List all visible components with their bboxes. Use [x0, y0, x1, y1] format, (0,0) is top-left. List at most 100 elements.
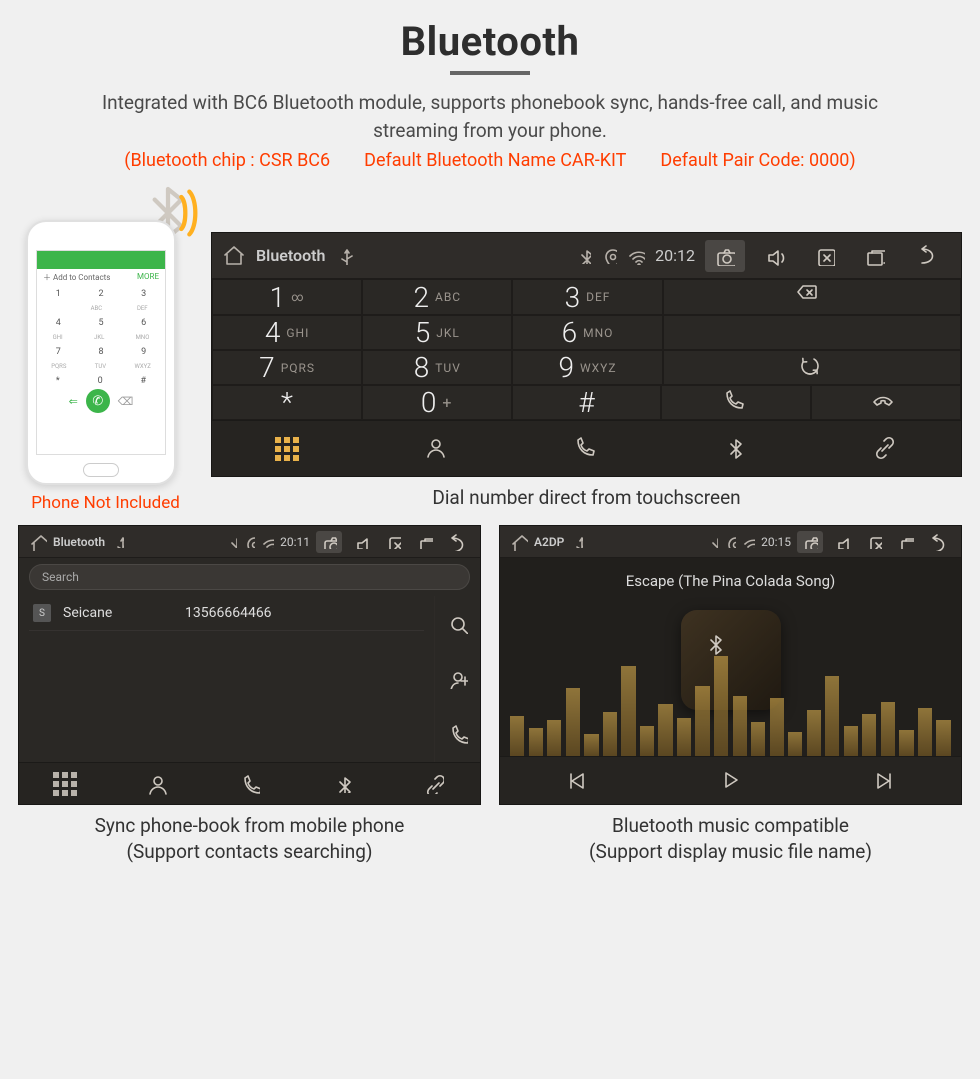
key-4[interactable]: 4GHI	[212, 315, 362, 350]
wifi-icon	[261, 535, 274, 548]
bluetooth-icon	[575, 248, 591, 264]
search-button[interactable]	[435, 596, 480, 651]
add-contact-button[interactable]	[435, 651, 480, 706]
call-button[interactable]	[661, 385, 811, 420]
key-6[interactable]: 6MNO	[512, 315, 662, 350]
phone-not-included-note: Phone Not Included	[18, 493, 193, 513]
wifi-icon	[742, 535, 755, 548]
page-description: Integrated with BC6 Bluetooth module, su…	[60, 89, 920, 144]
play-icon	[718, 768, 744, 794]
statusbar-title: Bluetooth	[53, 535, 105, 549]
screenshot-button[interactable]	[705, 240, 745, 272]
spec-chip: (Bluetooth chip : CSR BC6	[124, 150, 330, 171]
tab-dialpad[interactable]	[19, 763, 111, 804]
search-icon	[448, 614, 468, 634]
key-0[interactable]: 0+	[362, 385, 512, 420]
tab-contacts[interactable]	[362, 421, 512, 476]
blank-key	[663, 315, 961, 350]
volume-button[interactable]	[348, 531, 374, 553]
dialpad-icon	[275, 437, 299, 461]
key-9[interactable]: 9WXYZ	[512, 350, 662, 385]
link-icon	[873, 436, 899, 462]
swap-key[interactable]	[663, 350, 961, 385]
tab-call-log[interactable]	[512, 421, 662, 476]
key-star[interactable]: *	[212, 385, 362, 420]
screenshot-button[interactable]	[316, 531, 342, 553]
tab-bluetooth[interactable]	[661, 421, 811, 476]
title-underline	[450, 71, 530, 75]
key-8[interactable]: 8TUV	[362, 350, 512, 385]
bluetooth-icon	[706, 536, 718, 548]
dialpad-icon	[53, 772, 77, 796]
add-contact-icon	[448, 669, 468, 689]
person-icon	[424, 436, 450, 462]
bluetooth-icon	[724, 437, 748, 461]
multitask-button[interactable]	[855, 240, 895, 272]
contact-list[interactable]: S Seicane 13566664466	[19, 596, 434, 762]
volume-button[interactable]	[829, 531, 855, 553]
usb-icon	[111, 535, 124, 548]
next-track-button[interactable]	[807, 757, 961, 804]
home-icon[interactable]	[222, 244, 246, 268]
contact-name: Seicane	[63, 605, 173, 621]
contact-number: 13566664466	[185, 605, 272, 621]
tab-contacts[interactable]	[111, 763, 203, 804]
wifi-icon	[627, 247, 645, 265]
dialer-caption: Dial number direct from touchscreen	[211, 477, 962, 513]
close-app-button[interactable]	[380, 531, 406, 553]
key-1[interactable]: 1∞	[212, 279, 362, 315]
key-3[interactable]: 3DEF	[512, 279, 662, 315]
statusbar-time: 20:12	[655, 246, 695, 265]
contacts-device-screenshot: Bluetooth 20:11 Search S Seicane	[18, 525, 481, 805]
backspace-key[interactable]	[663, 279, 961, 315]
hangup-button[interactable]	[811, 385, 961, 420]
a2dp-device-screenshot: A2DP 20:15 Escape (The Pina Colada Song)	[499, 525, 962, 805]
usb-icon	[570, 535, 583, 548]
key-7[interactable]: 7PQRS	[212, 350, 362, 385]
key-5[interactable]: 5JKL	[362, 315, 512, 350]
close-app-button[interactable]	[861, 531, 887, 553]
tab-pair[interactable]	[388, 763, 480, 804]
spec-name: Default Bluetooth Name CAR-KIT	[364, 150, 626, 171]
tab-pair[interactable]	[811, 421, 961, 476]
close-app-button[interactable]	[805, 240, 845, 272]
location-icon	[724, 536, 736, 548]
call-contact-button[interactable]	[435, 707, 480, 762]
link-icon	[424, 774, 444, 794]
location-icon	[243, 536, 255, 548]
bluetooth-icon	[225, 536, 237, 548]
search-input[interactable]: Search	[29, 564, 470, 590]
contact-initial: S	[33, 604, 51, 622]
phone-icon	[573, 436, 599, 462]
home-icon[interactable]	[29, 533, 47, 551]
phone-icon	[240, 774, 260, 794]
location-icon	[601, 248, 617, 264]
dialpad: 1∞ 2ABC 3DEF 4GHI 5JKL 6MNO 7PQRS 8TUV 9…	[212, 279, 961, 420]
person-icon	[146, 773, 168, 795]
back-button[interactable]	[444, 531, 470, 553]
back-button[interactable]	[925, 531, 951, 553]
equalizer-visualizer	[500, 656, 961, 756]
contact-row[interactable]: S Seicane 13566664466	[29, 596, 424, 631]
multitask-button[interactable]	[412, 531, 438, 553]
bluetooth-icon	[333, 775, 351, 793]
play-pause-button[interactable]	[654, 757, 808, 804]
tab-dialpad[interactable]	[212, 421, 362, 476]
key-2[interactable]: 2ABC	[362, 279, 512, 315]
multitask-button[interactable]	[893, 531, 919, 553]
statusbar-time: 20:15	[761, 535, 791, 549]
statusbar-title: Bluetooth	[256, 246, 325, 265]
dialer-device-screenshot: Bluetooth 20:12 1∞ 2ABC 3DEF	[211, 232, 962, 477]
spec-code: Default Pair Code: 0000)	[660, 150, 855, 171]
tab-call-log[interactable]	[203, 763, 295, 804]
tab-bluetooth[interactable]	[296, 763, 388, 804]
home-icon[interactable]	[510, 533, 528, 551]
prev-track-button[interactable]	[500, 757, 654, 804]
key-hash[interactable]: #	[512, 385, 662, 420]
page-title: Bluetooth	[18, 18, 962, 65]
volume-button[interactable]	[755, 240, 795, 272]
back-button[interactable]	[911, 240, 951, 272]
now-playing-title: Escape (The Pina Colada Song)	[626, 572, 836, 590]
bluetooth-spec-line: (Bluetooth chip : CSR BC6 Default Blueto…	[18, 150, 962, 171]
screenshot-button[interactable]	[797, 531, 823, 553]
